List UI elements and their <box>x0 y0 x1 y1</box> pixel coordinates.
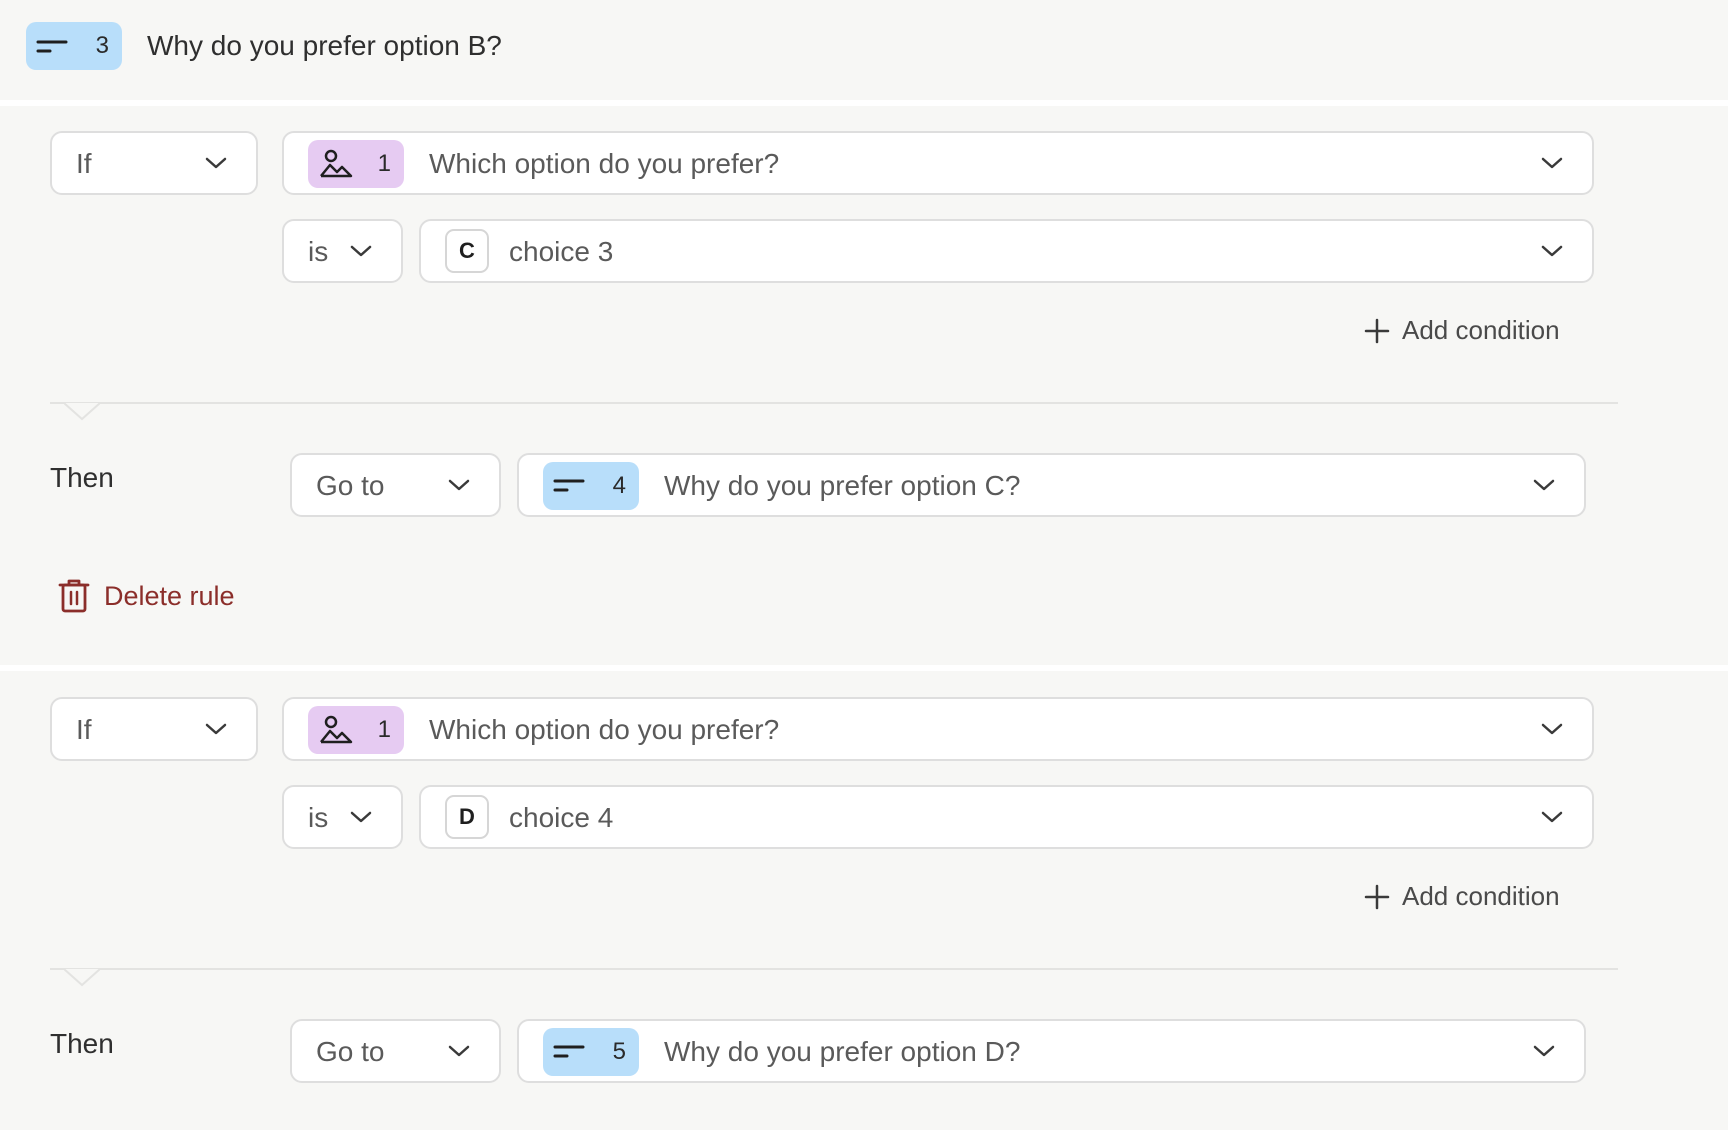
operator-label: is <box>308 236 329 267</box>
rule-separator <box>50 968 1618 970</box>
question-dropdown[interactable]: 1 Which option do you prefer? <box>282 131 1594 195</box>
question-dropdown[interactable]: 1 Which option do you prefer? <box>282 697 1594 761</box>
operator-label: is <box>308 802 329 833</box>
question-header: 3 Why do you prefer option B? <box>0 0 1728 100</box>
operator-dropdown[interactable]: is <box>282 785 403 849</box>
chevron-down-icon <box>350 245 372 257</box>
question-number-badge: 3 <box>26 22 122 70</box>
then-label: Then <box>50 1028 114 1059</box>
delete-rule-button[interactable]: Delete rule <box>58 578 235 614</box>
target-question-title: Why do you prefer option D? <box>664 1036 1021 1067</box>
if-dropdown[interactable]: If <box>50 131 258 195</box>
action-dropdown[interactable]: Go to <box>290 1019 501 1083</box>
operator-dropdown[interactable]: is <box>282 219 403 283</box>
separator-notch <box>64 403 100 421</box>
chevron-down-icon <box>205 157 227 169</box>
add-condition-button[interactable]: Add condition <box>1364 315 1560 346</box>
then-label: Then <box>50 462 114 493</box>
action-dropdown[interactable]: Go to <box>290 453 501 517</box>
picture-choice-icon <box>320 149 353 178</box>
plus-icon <box>1364 318 1390 343</box>
divider <box>0 665 1728 671</box>
page-title: Why do you prefer option B? <box>147 30 502 61</box>
chevron-down-icon <box>1533 479 1555 491</box>
add-condition-label: Add condition <box>1402 315 1560 345</box>
separator-notch <box>64 969 100 987</box>
question-number: 4 <box>612 472 626 499</box>
delete-rule-label: Delete rule <box>104 580 235 611</box>
target-question-dropdown[interactable]: 4 Why do you prefer option C? <box>517 453 1586 517</box>
target-question-badge: 4 <box>543 462 639 510</box>
choice-label: choice 3 <box>509 236 614 267</box>
chevron-down-icon <box>448 479 470 491</box>
trash-icon <box>58 579 90 613</box>
question-number: 1 <box>377 150 391 177</box>
chevron-down-icon <box>205 723 227 735</box>
short-text-icon <box>553 1045 585 1058</box>
question-badge: 1 <box>308 706 404 754</box>
chevron-down-icon <box>1541 245 1563 257</box>
question-title: Which option do you prefer? <box>429 148 780 179</box>
target-question-badge: 5 <box>543 1028 639 1076</box>
chevron-down-icon <box>1541 811 1563 823</box>
question-number: 5 <box>612 1038 626 1065</box>
chevron-down-icon <box>1541 723 1563 735</box>
chevron-down-icon <box>1533 1045 1555 1057</box>
if-label: If <box>76 714 92 745</box>
choice-label: choice 4 <box>509 802 614 833</box>
if-dropdown[interactable]: If <box>50 697 258 761</box>
rule-separator <box>50 402 1618 404</box>
target-question-title: Why do you prefer option C? <box>664 470 1021 501</box>
question-title: Which option do you prefer? <box>429 714 780 745</box>
choice-letter: C <box>445 229 489 273</box>
chevron-down-icon <box>448 1045 470 1057</box>
choice-dropdown[interactable]: D choice 4 <box>419 785 1594 849</box>
question-number: 1 <box>377 716 391 743</box>
chevron-down-icon <box>1541 157 1563 169</box>
choice-letter: D <box>445 795 489 839</box>
target-question-dropdown[interactable]: 5 Why do you prefer option D? <box>517 1019 1586 1083</box>
question-badge: 1 <box>308 140 404 188</box>
choice-dropdown[interactable]: C choice 3 <box>419 219 1594 283</box>
chevron-down-icon <box>350 811 372 823</box>
picture-choice-icon <box>320 715 353 744</box>
action-label: Go to <box>316 1036 385 1067</box>
add-condition-button[interactable]: Add condition <box>1364 881 1560 912</box>
divider <box>0 100 1728 106</box>
action-label: Go to <box>316 470 385 501</box>
short-text-icon <box>553 479 585 492</box>
if-label: If <box>76 148 92 179</box>
question-number: 3 <box>95 32 109 59</box>
plus-icon <box>1364 884 1390 909</box>
add-condition-label: Add condition <box>1402 881 1560 911</box>
short-text-icon <box>36 40 68 53</box>
